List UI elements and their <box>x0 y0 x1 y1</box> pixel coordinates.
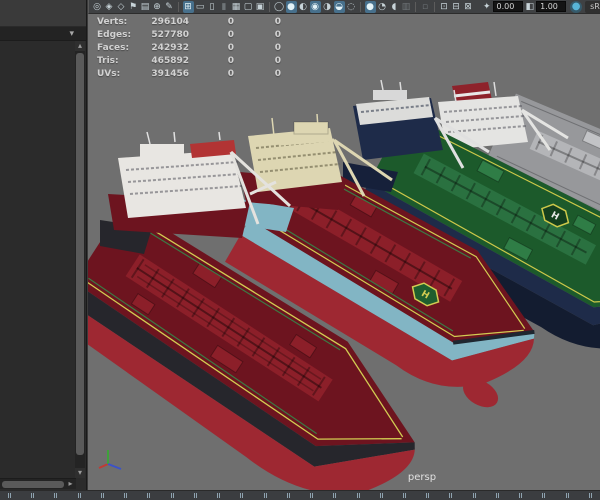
timeline-tick <box>31 493 35 498</box>
grid-icon[interactable]: ⊞ <box>182 0 194 13</box>
axis-gizmo <box>98 450 122 470</box>
timeline-tick <box>77 493 81 498</box>
timeline-tick <box>217 493 221 498</box>
two-sided-lighting-icon[interactable]: ▥ <box>401 1 412 13</box>
grease-pencil-icon[interactable]: ✎ <box>164 1 175 13</box>
timeline-tick <box>147 493 151 498</box>
timeline-tick <box>519 493 523 498</box>
gamma-control: ◧ <box>526 1 567 12</box>
timeline-tick <box>402 493 406 498</box>
camera-label: persp <box>407 472 437 483</box>
default-lighting-icon[interactable]: ● <box>364 0 376 13</box>
left-panel-top <box>0 0 86 27</box>
maya-viewport-window: ▾ ▴ ▾ ▸ ◎ ◈ ◇ ⚑ ▤ ⊕ ✎ ⊞ ▭ ▯ ▮ ▦ ▢ ▣ ◯ ● ◐ ◉ ◑ ◒ ◌ ● ◔ ◖ ▥ ▫ ⊡ ⊟ ⊠ ✦ … <box>0 0 600 500</box>
image-plane-icon[interactable]: ▤ <box>140 1 151 13</box>
left-panel-header[interactable]: ▾ <box>0 27 86 41</box>
safe-action-icon[interactable]: ▢ <box>243 1 254 13</box>
wireframe-icon[interactable]: ◯ <box>274 1 285 13</box>
vertical-scrollbar-thumb[interactable] <box>76 53 84 455</box>
bookmarks-icon[interactable]: ⚑ <box>128 1 139 13</box>
exposure-field[interactable] <box>492 1 523 12</box>
exposure-control: ✦ <box>483 1 523 12</box>
timeline-tick <box>333 493 337 498</box>
smooth-shade-icon[interactable]: ● <box>285 0 297 13</box>
vertical-scrollbar[interactable]: ▴ ▾ <box>75 41 85 478</box>
scene-3d: H H <box>88 79 600 490</box>
camera-attributes-icon[interactable]: ◇ <box>116 1 127 13</box>
time-slider[interactable] <box>0 490 600 500</box>
clear-view-icon[interactable]: ⊠ <box>463 1 474 13</box>
toolbar-separator <box>415 1 416 12</box>
toolbar-icon-groups: ◎ ◈ ◇ ⚑ ▤ ⊕ ✎ ⊞ ▭ ▯ ▮ ▦ ▢ ▣ ◯ ● ◐ ◉ ◑ ◒ ◌ ● ◔ ◖ ▥ ▫ ⊡ ⊟ ⊠ <box>91 0 474 13</box>
toolbar-separator <box>360 1 361 12</box>
timeline-tick <box>240 493 244 498</box>
timeline-tick <box>263 493 267 498</box>
timeline-tick <box>356 493 360 498</box>
textured-icon[interactable]: ◐ <box>298 1 309 13</box>
toolbar-separator <box>269 1 270 12</box>
timeline-tick <box>495 493 499 498</box>
timeline-tick <box>54 493 58 498</box>
gamma-field[interactable] <box>536 1 567 12</box>
horizontal-scrollbar-thumb[interactable] <box>2 481 64 488</box>
scroll-down-icon[interactable]: ▾ <box>75 468 85 478</box>
film-gate-icon[interactable]: ▭ <box>195 1 206 13</box>
timeline-tick <box>472 493 476 498</box>
view-transform-dropdown[interactable]: sRGB gamma <box>585 0 600 13</box>
copy-view-icon[interactable]: ⊡ <box>439 1 450 13</box>
isolate-select-icon[interactable]: ▫ <box>420 1 431 13</box>
lock-camera-icon[interactable]: ◈ <box>104 1 115 13</box>
timeline-tick <box>170 493 174 498</box>
screen-space-ao-icon[interactable]: ◒ <box>333 0 345 13</box>
exposure-icon[interactable]: ✦ <box>483 2 491 12</box>
pan-zoom-icon[interactable]: ⊕ <box>152 1 163 13</box>
shadows-icon[interactable]: ◑ <box>322 1 333 13</box>
scroll-right-icon[interactable]: ▸ <box>66 479 75 489</box>
select-camera-icon[interactable]: ◎ <box>92 1 103 13</box>
timeline-tick <box>8 493 11 498</box>
color-management-icon[interactable]: ● <box>570 0 583 13</box>
flat-lighting-icon[interactable]: ◔ <box>377 1 388 13</box>
timeline-tick <box>286 493 290 498</box>
horizontal-scrollbar[interactable]: ▸ <box>0 478 76 489</box>
left-panel: ▾ ▴ ▾ ▸ <box>0 0 87 490</box>
timeline-tick <box>379 493 383 498</box>
timeline-tick <box>426 493 430 498</box>
paste-view-icon[interactable]: ⊟ <box>451 1 462 13</box>
scroll-up-icon[interactable]: ▴ <box>75 41 85 51</box>
timeline-tick <box>542 493 546 498</box>
timeline-tick <box>193 493 197 498</box>
timeline-tick <box>124 493 128 498</box>
field-chart-icon[interactable]: ▦ <box>231 1 242 13</box>
timeline-tick <box>310 493 314 498</box>
chevron-down-icon: ▾ <box>69 29 74 39</box>
viewport-persp[interactable]: ◎◈◇⚑▤⊕✎⊞▭▯▮▦▢▣◯●◐◉◑◒◌●◔◖▥▫⊡⊟⊠ ✦ ◧ ● sRGB… <box>88 0 600 490</box>
use-all-lights-icon[interactable]: ◉ <box>309 0 321 13</box>
no-lighting-icon[interactable]: ◖ <box>389 1 400 13</box>
motion-blur-icon[interactable]: ◌ <box>346 1 357 13</box>
timeline-tick <box>565 493 569 498</box>
resolution-gate-icon[interactable]: ▯ <box>207 1 218 13</box>
timeline-tick <box>588 493 592 498</box>
safe-title-icon[interactable]: ▣ <box>255 1 266 13</box>
timeline-tick <box>449 493 453 498</box>
panel-toolbar: ◎◈◇⚑▤⊕✎⊞▭▯▮▦▢▣◯●◐◉◑◒◌●◔◖▥▫⊡⊟⊠ ✦ ◧ ● sRGB… <box>88 0 600 14</box>
toolbar-separator <box>434 1 435 12</box>
gamma-icon[interactable]: ◧ <box>526 2 535 12</box>
toolbar-separator <box>178 1 179 12</box>
timeline-tick <box>100 493 104 498</box>
gate-mask-icon[interactable]: ▮ <box>219 1 230 13</box>
color-management-control: ● sRGB gamma <box>570 0 600 13</box>
